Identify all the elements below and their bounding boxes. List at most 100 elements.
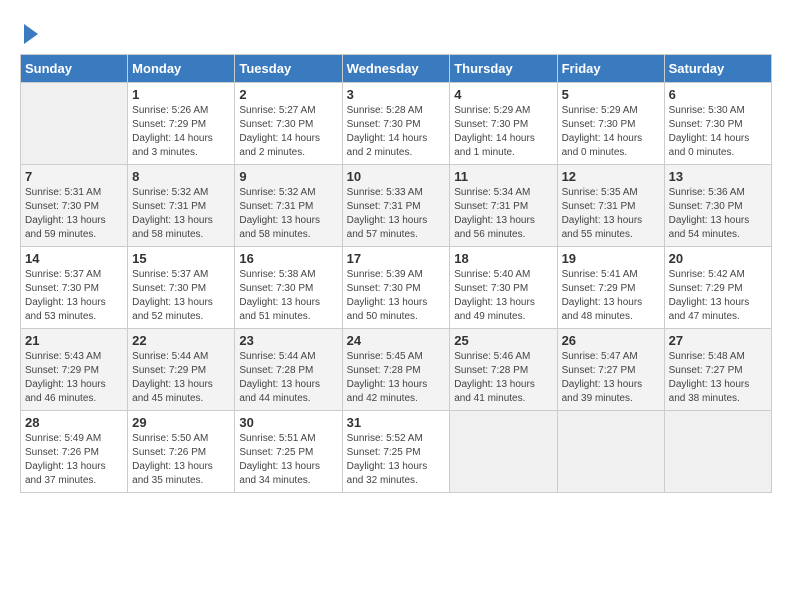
calendar-cell: 15 Sunrise: 5:37 AM Sunset: 7:30 PM Dayli… <box>128 247 235 329</box>
day-number: 20 <box>669 251 767 266</box>
day-info: Sunrise: 5:51 AM Sunset: 7:25 PM Dayligh… <box>239 432 337 488</box>
day-number: 26 <box>562 333 660 348</box>
day-number: 17 <box>347 251 446 266</box>
calendar-week-row: 21 Sunrise: 5:43 AM Sunset: 7:29 PM Dayli… <box>21 329 772 411</box>
day-number: 10 <box>347 169 446 184</box>
day-info: Sunrise: 5:44 AM Sunset: 7:28 PM Dayligh… <box>239 350 337 406</box>
calendar-cell: 18 Sunrise: 5:40 AM Sunset: 7:30 PM Dayli… <box>450 247 557 329</box>
calendar-cell: 12 Sunrise: 5:35 AM Sunset: 7:31 PM Dayli… <box>557 165 664 247</box>
calendar-cell: 28 Sunrise: 5:49 AM Sunset: 7:26 PM Dayli… <box>21 411 128 493</box>
calendar-cell: 14 Sunrise: 5:37 AM Sunset: 7:30 PM Dayli… <box>21 247 128 329</box>
day-info: Sunrise: 5:32 AM Sunset: 7:31 PM Dayligh… <box>132 186 230 242</box>
day-number: 24 <box>347 333 446 348</box>
logo <box>20 20 38 44</box>
day-info: Sunrise: 5:26 AM Sunset: 7:29 PM Dayligh… <box>132 104 230 160</box>
calendar-cell: 13Sunrise: 5:36 AM Sunset: 7:30 PM Dayli… <box>664 165 771 247</box>
header-thursday: Thursday <box>450 55 557 83</box>
logo-arrow-icon <box>24 24 38 44</box>
calendar-cell <box>450 411 557 493</box>
calendar-header-row: SundayMondayTuesdayWednesdayThursdayFrid… <box>21 55 772 83</box>
calendar-cell: 4Sunrise: 5:29 AM Sunset: 7:30 PM Daylig… <box>450 83 557 165</box>
calendar-cell: 9 Sunrise: 5:32 AM Sunset: 7:31 PM Daylig… <box>235 165 342 247</box>
calendar-cell: 23 Sunrise: 5:44 AM Sunset: 7:28 PM Dayli… <box>235 329 342 411</box>
day-info: Sunrise: 5:46 AM Sunset: 7:28 PM Dayligh… <box>454 350 552 406</box>
day-info: Sunrise: 5:28 AM Sunset: 7:30 PM Dayligh… <box>347 104 446 160</box>
day-info: Sunrise: 5:33 AM Sunset: 7:31 PM Dayligh… <box>347 186 446 242</box>
calendar-cell <box>664 411 771 493</box>
day-info: Sunrise: 5:41 AM Sunset: 7:29 PM Dayligh… <box>562 268 660 324</box>
header-sunday: Sunday <box>21 55 128 83</box>
day-number: 1 <box>132 87 230 102</box>
header-tuesday: Tuesday <box>235 55 342 83</box>
day-number: 13 <box>669 169 767 184</box>
day-number: 9 <box>239 169 337 184</box>
calendar-cell: 16 Sunrise: 5:38 AM Sunset: 7:30 PM Dayli… <box>235 247 342 329</box>
calendar-cell: 27Sunrise: 5:48 AM Sunset: 7:27 PM Dayli… <box>664 329 771 411</box>
calendar-cell: 2 Sunrise: 5:27 AM Sunset: 7:30 PM Daylig… <box>235 83 342 165</box>
calendar-cell: 25 Sunrise: 5:46 AM Sunset: 7:28 PM Dayli… <box>450 329 557 411</box>
header-saturday: Saturday <box>664 55 771 83</box>
day-info: Sunrise: 5:45 AM Sunset: 7:28 PM Dayligh… <box>347 350 446 406</box>
day-info: Sunrise: 5:30 AM Sunset: 7:30 PM Dayligh… <box>669 104 767 160</box>
day-number: 2 <box>239 87 337 102</box>
calendar-week-row: 1 Sunrise: 5:26 AM Sunset: 7:29 PM Daylig… <box>21 83 772 165</box>
calendar-cell: 20 Sunrise: 5:42 AM Sunset: 7:29 PM Dayli… <box>664 247 771 329</box>
day-number: 28 <box>25 415 123 430</box>
calendar-week-row: 7 Sunrise: 5:31 AM Sunset: 7:30 PM Daylig… <box>21 165 772 247</box>
day-number: 15 <box>132 251 230 266</box>
day-info: Sunrise: 5:43 AM Sunset: 7:29 PM Dayligh… <box>25 350 123 406</box>
day-number: 3 <box>347 87 446 102</box>
day-number: 14 <box>25 251 123 266</box>
calendar-cell: 11Sunrise: 5:34 AM Sunset: 7:31 PM Dayli… <box>450 165 557 247</box>
calendar-cell: 3 Sunrise: 5:28 AM Sunset: 7:30 PM Daylig… <box>342 83 450 165</box>
calendar-table: SundayMondayTuesdayWednesdayThursdayFrid… <box>20 54 772 493</box>
day-number: 16 <box>239 251 337 266</box>
day-info: Sunrise: 5:31 AM Sunset: 7:30 PM Dayligh… <box>25 186 123 242</box>
day-info: Sunrise: 5:44 AM Sunset: 7:29 PM Dayligh… <box>132 350 230 406</box>
calendar-cell: 6 Sunrise: 5:30 AM Sunset: 7:30 PM Daylig… <box>664 83 771 165</box>
day-number: 31 <box>347 415 446 430</box>
calendar-cell: 1 Sunrise: 5:26 AM Sunset: 7:29 PM Daylig… <box>128 83 235 165</box>
calendar-week-row: 14 Sunrise: 5:37 AM Sunset: 7:30 PM Dayli… <box>21 247 772 329</box>
day-number: 27 <box>669 333 767 348</box>
day-info: Sunrise: 5:37 AM Sunset: 7:30 PM Dayligh… <box>132 268 230 324</box>
day-number: 12 <box>562 169 660 184</box>
day-info: Sunrise: 5:50 AM Sunset: 7:26 PM Dayligh… <box>132 432 230 488</box>
calendar-cell: 24 Sunrise: 5:45 AM Sunset: 7:28 PM Dayli… <box>342 329 450 411</box>
day-number: 29 <box>132 415 230 430</box>
day-number: 30 <box>239 415 337 430</box>
calendar-cell <box>557 411 664 493</box>
day-info: Sunrise: 5:42 AM Sunset: 7:29 PM Dayligh… <box>669 268 767 324</box>
page-header <box>20 20 772 44</box>
day-info: Sunrise: 5:37 AM Sunset: 7:30 PM Dayligh… <box>25 268 123 324</box>
day-info: Sunrise: 5:47 AM Sunset: 7:27 PM Dayligh… <box>562 350 660 406</box>
day-number: 23 <box>239 333 337 348</box>
day-info: Sunrise: 5:38 AM Sunset: 7:30 PM Dayligh… <box>239 268 337 324</box>
day-number: 21 <box>25 333 123 348</box>
day-info: Sunrise: 5:32 AM Sunset: 7:31 PM Dayligh… <box>239 186 337 242</box>
calendar-cell: 8Sunrise: 5:32 AM Sunset: 7:31 PM Daylig… <box>128 165 235 247</box>
day-info: Sunrise: 5:40 AM Sunset: 7:30 PM Dayligh… <box>454 268 552 324</box>
day-info: Sunrise: 5:52 AM Sunset: 7:25 PM Dayligh… <box>347 432 446 488</box>
day-number: 5 <box>562 87 660 102</box>
day-number: 22 <box>132 333 230 348</box>
calendar-cell: 7 Sunrise: 5:31 AM Sunset: 7:30 PM Daylig… <box>21 165 128 247</box>
day-info: Sunrise: 5:49 AM Sunset: 7:26 PM Dayligh… <box>25 432 123 488</box>
header-monday: Monday <box>128 55 235 83</box>
calendar-cell <box>21 83 128 165</box>
calendar-cell: 30 Sunrise: 5:51 AM Sunset: 7:25 PM Dayli… <box>235 411 342 493</box>
day-info: Sunrise: 5:29 AM Sunset: 7:30 PM Dayligh… <box>562 104 660 160</box>
day-info: Sunrise: 5:35 AM Sunset: 7:31 PM Dayligh… <box>562 186 660 242</box>
day-number: 6 <box>669 87 767 102</box>
day-info: Sunrise: 5:27 AM Sunset: 7:30 PM Dayligh… <box>239 104 337 160</box>
day-number: 18 <box>454 251 552 266</box>
day-number: 19 <box>562 251 660 266</box>
day-number: 7 <box>25 169 123 184</box>
day-number: 25 <box>454 333 552 348</box>
calendar-cell: 26 Sunrise: 5:47 AM Sunset: 7:27 PM Dayli… <box>557 329 664 411</box>
calendar-week-row: 28 Sunrise: 5:49 AM Sunset: 7:26 PM Dayli… <box>21 411 772 493</box>
calendar-cell: 17Sunrise: 5:39 AM Sunset: 7:30 PM Dayli… <box>342 247 450 329</box>
calendar-cell: 19 Sunrise: 5:41 AM Sunset: 7:29 PM Dayli… <box>557 247 664 329</box>
header-wednesday: Wednesday <box>342 55 450 83</box>
day-number: 4 <box>454 87 552 102</box>
